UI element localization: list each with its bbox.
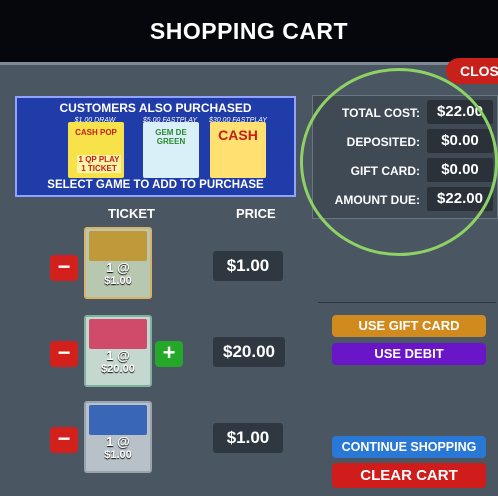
price-column-header: PRICE [236, 206, 276, 221]
game-name: CASH [218, 127, 258, 143]
ticket-art [89, 319, 147, 349]
ticket-thumbnail: 1 @ $1.00 [84, 401, 152, 473]
clear-cart-button[interactable]: CLEAR CART [332, 463, 486, 488]
ticket-thumbnail: 1 @ $1.00 [84, 227, 152, 299]
use-debit-button[interactable]: USE DEBIT [332, 343, 486, 365]
item-price: $20.00 [213, 337, 285, 367]
game-name: GEM DE GREEN [155, 128, 187, 146]
cash-game[interactable]: CASH [210, 122, 266, 178]
ticket-art [89, 405, 147, 435]
also-purchased-panel: CUSTOMERS ALSO PURCHASED $1.00 DRAW CASH… [15, 96, 296, 197]
ticket-unit-price: $1.00 [104, 275, 132, 287]
divider [318, 302, 496, 303]
close-button[interactable]: CLOSE [446, 58, 498, 84]
ticket-unit-price: $1.00 [104, 449, 132, 461]
item-price: $1.00 [213, 251, 283, 281]
ticket-qty: 1 @ [106, 260, 130, 275]
also-purchased-footer: SELECT GAME TO ADD TO PURCHASE [47, 179, 264, 191]
ticket-thumbnail: 1 @ $20.00 [84, 315, 152, 387]
ticket-column-header: TICKET [108, 206, 155, 221]
use-gift-card-button[interactable]: USE GIFT CARD [332, 315, 486, 337]
gem-game[interactable]: GEM DE GREEN [143, 122, 199, 178]
highlight-ellipse [300, 68, 498, 256]
game-note: 1 QP PLAY 1 TICKET [77, 155, 121, 173]
remove-item-button[interactable]: − [50, 427, 78, 453]
ticket-qty: 1 @ [106, 348, 130, 363]
continue-shopping-button[interactable]: CONTINUE SHOPPING [332, 436, 486, 458]
ticket-qty: 1 @ [106, 434, 130, 449]
ticket-art [89, 231, 147, 261]
game-name: CASH POP [75, 128, 117, 137]
remove-item-button[interactable]: − [50, 255, 78, 281]
ticket-unit-price: $20.00 [101, 363, 135, 375]
window-title: SHOPPING CART [0, 0, 498, 62]
remove-item-button[interactable]: − [50, 341, 78, 367]
add-item-button[interactable]: + [155, 341, 183, 367]
item-price: $1.00 [213, 423, 283, 453]
also-purchased-title: CUSTOMERS ALSO PURCHASED [59, 101, 252, 115]
